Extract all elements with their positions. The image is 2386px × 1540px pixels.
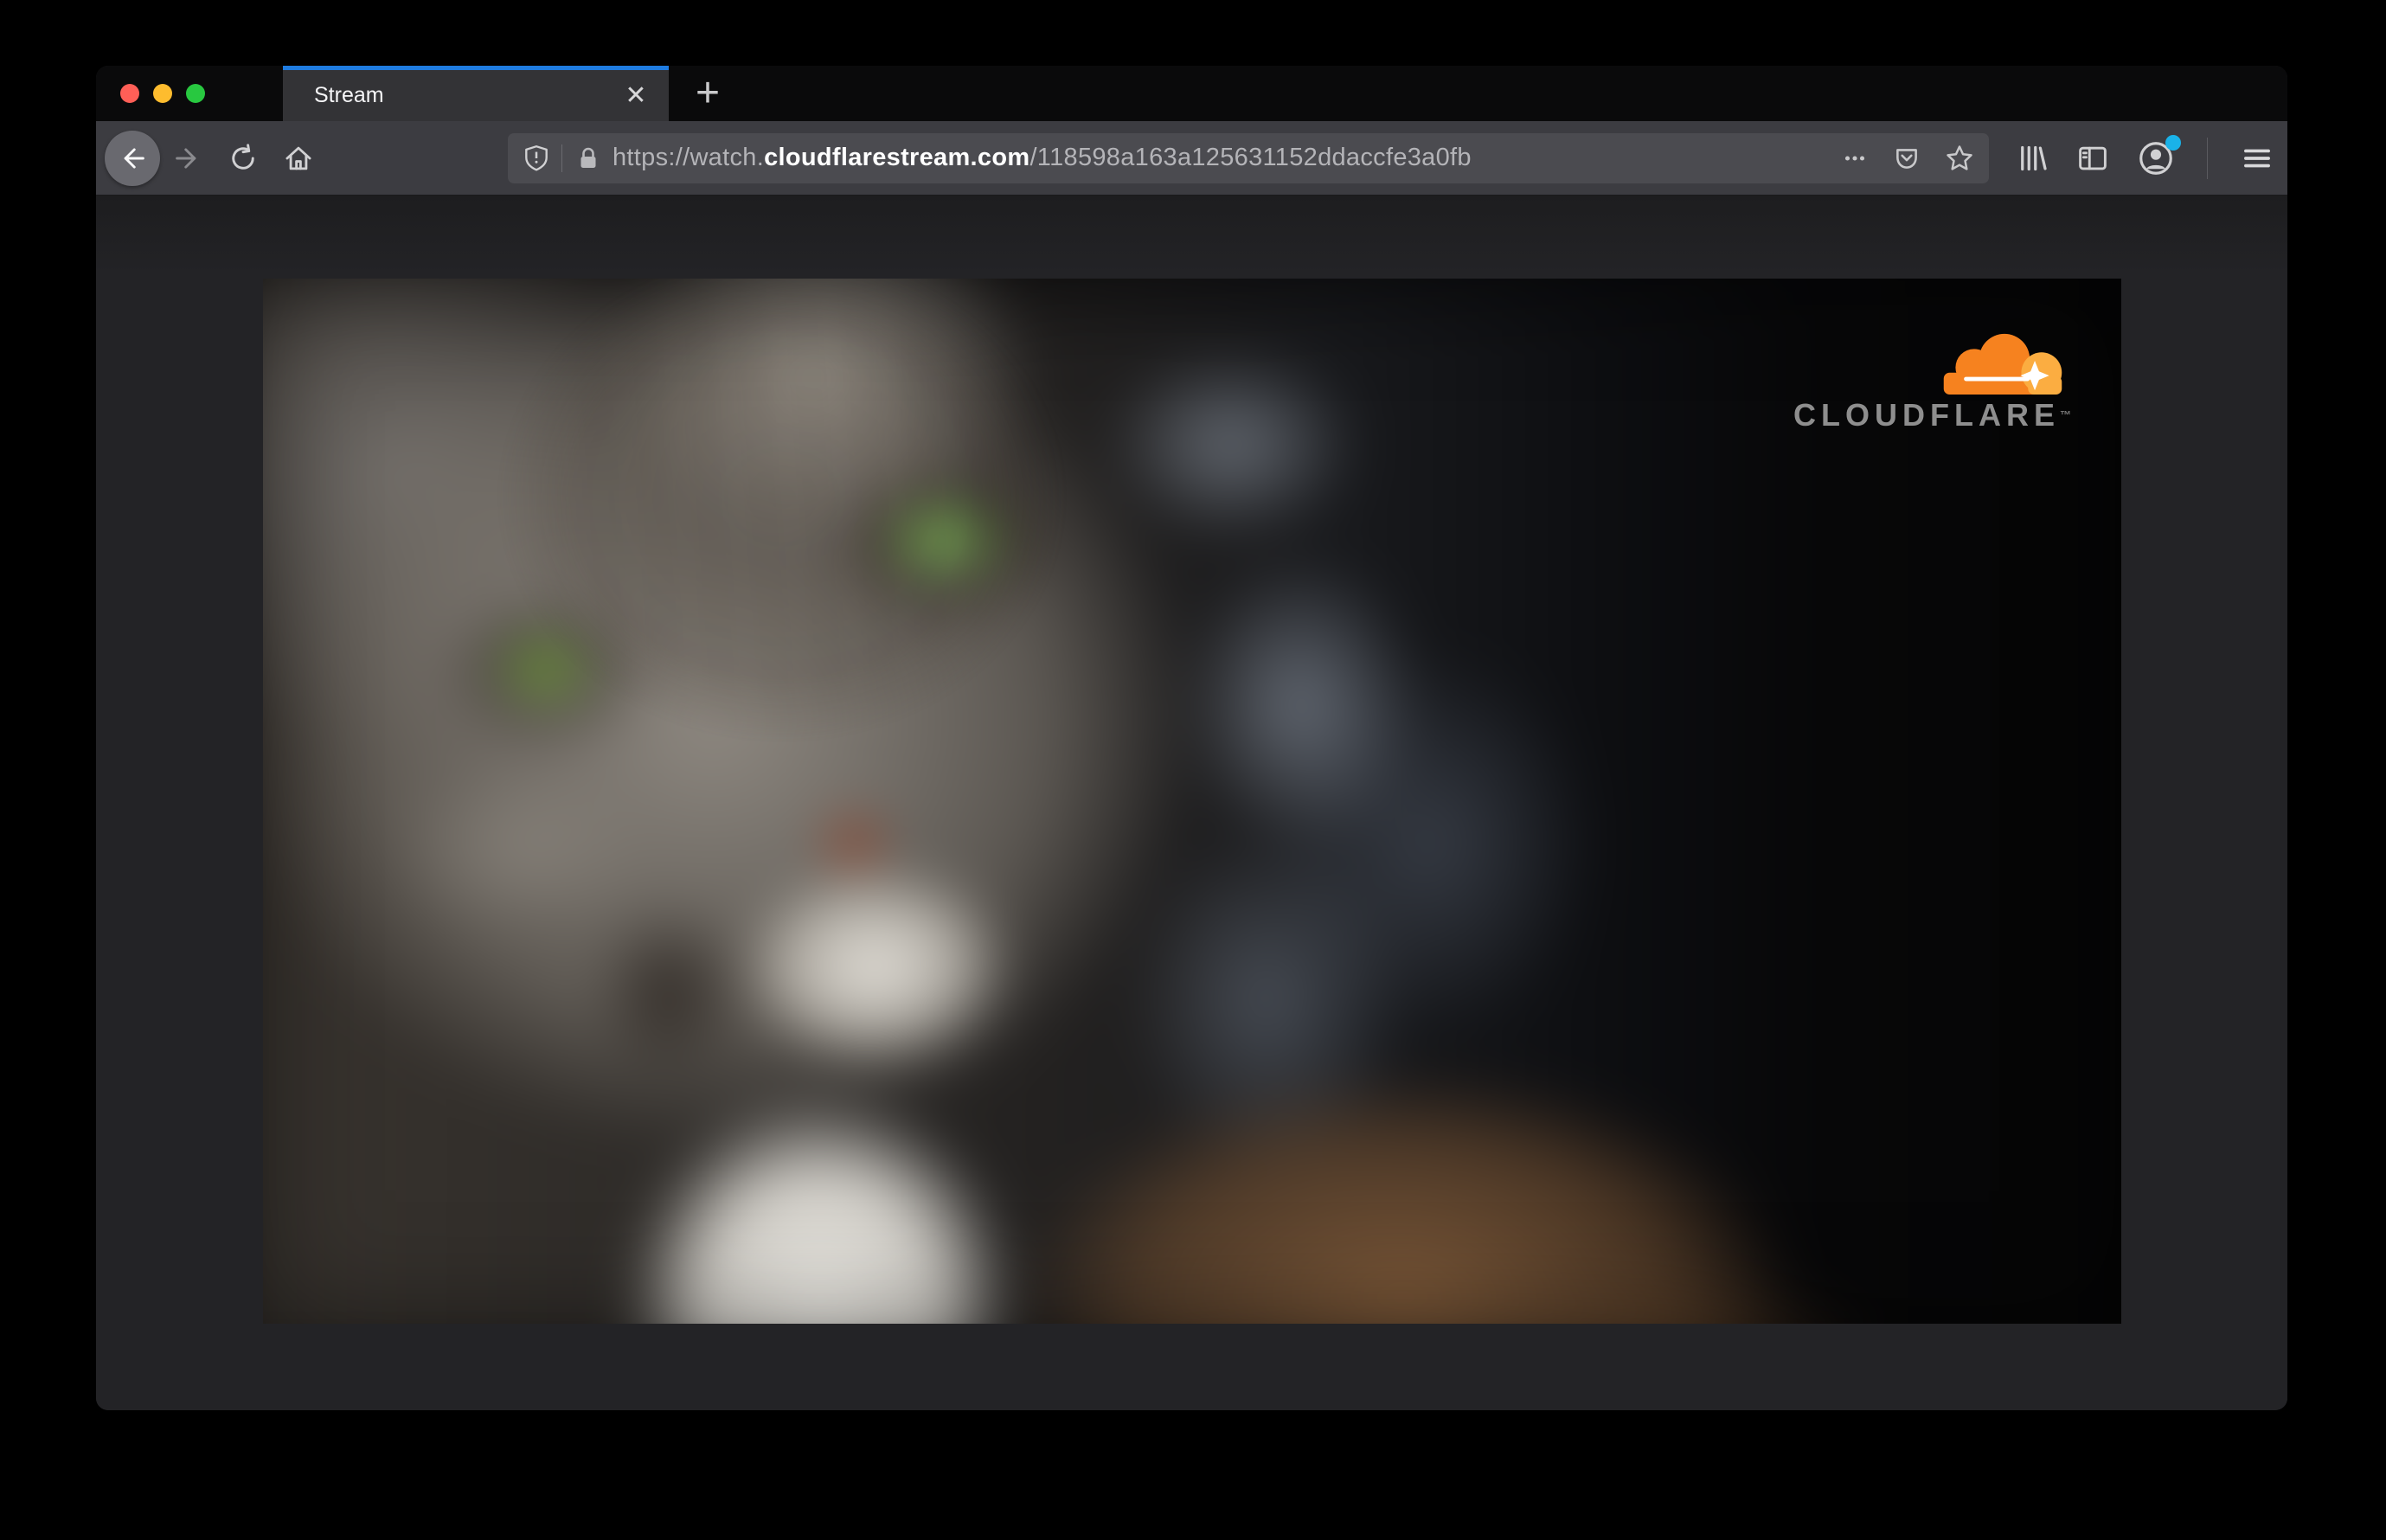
- url-text: https://watch.cloudflarestream.com/11859…: [613, 144, 1826, 172]
- urlbar-actions: [1840, 143, 1975, 174]
- forward-button[interactable]: [160, 131, 215, 186]
- zoom-window-button[interactable]: [186, 84, 205, 103]
- cloudflare-logo: CLOUDFLARE™: [1793, 329, 2071, 431]
- back-button[interactable]: [105, 130, 160, 186]
- page-actions-icon[interactable]: [1840, 144, 1870, 173]
- close-window-button[interactable]: [120, 84, 139, 103]
- url-path: /118598a163a125631152ddaccfe3a0fb: [1029, 144, 1472, 171]
- menu-hamburger-icon[interactable]: [2239, 140, 2275, 176]
- trademark-symbol: ™: [2060, 408, 2071, 421]
- pocket-icon[interactable]: [1892, 144, 1921, 173]
- cat-fur-stripes: [263, 279, 2121, 1324]
- lock-icon[interactable]: [574, 144, 602, 172]
- url-bar[interactable]: https://watch.cloudflarestream.com/11859…: [508, 132, 1989, 183]
- page-content: CLOUDFLARE™: [96, 196, 2287, 1410]
- url-scheme: https://watch.: [613, 144, 765, 171]
- nav-toolbar: https://watch.cloudflarestream.com/11859…: [96, 121, 2287, 196]
- traffic-lights: [120, 66, 205, 121]
- toolbar-right-icons: [2015, 134, 2275, 179]
- urlbar-divider: [561, 144, 562, 172]
- toolbar-separator: [2207, 137, 2208, 179]
- home-button[interactable]: [271, 131, 326, 186]
- account-button[interactable]: [2136, 134, 2181, 178]
- url-domain: cloudflarestream.com: [764, 144, 1030, 171]
- back-arrow-icon: [124, 147, 144, 169]
- cloudflare-cloud-icon: [1943, 333, 2062, 395]
- forward-arrow-icon: [176, 147, 196, 169]
- bookmark-star-icon[interactable]: [1944, 143, 1975, 174]
- browser-window: Stream ✕ + https://watch.cloudflarestrea…: [96, 66, 2287, 1410]
- tab-title: Stream: [314, 83, 384, 107]
- account-notification-dot: [2165, 134, 2181, 151]
- library-icon[interactable]: [2015, 141, 2049, 176]
- sidebar-toggle-icon[interactable]: [2075, 141, 2110, 176]
- reload-button[interactable]: [215, 131, 271, 186]
- reload-icon: [232, 143, 254, 170]
- tab-stream[interactable]: Stream ✕: [283, 66, 669, 121]
- video-player[interactable]: CLOUDFLARE™: [263, 279, 2121, 1324]
- video-frame-cat: [263, 279, 2121, 1324]
- tab-strip: Stream ✕ +: [96, 66, 2287, 121]
- home-icon: [285, 146, 311, 170]
- tab-close-icon[interactable]: ✕: [619, 79, 653, 113]
- cloudflare-wordmark: CLOUDFLARE™: [1793, 397, 2071, 433]
- tracking-protection-shield-icon[interactable]: [522, 144, 551, 173]
- minimize-window-button[interactable]: [153, 84, 172, 103]
- new-tab-button[interactable]: +: [677, 66, 738, 121]
